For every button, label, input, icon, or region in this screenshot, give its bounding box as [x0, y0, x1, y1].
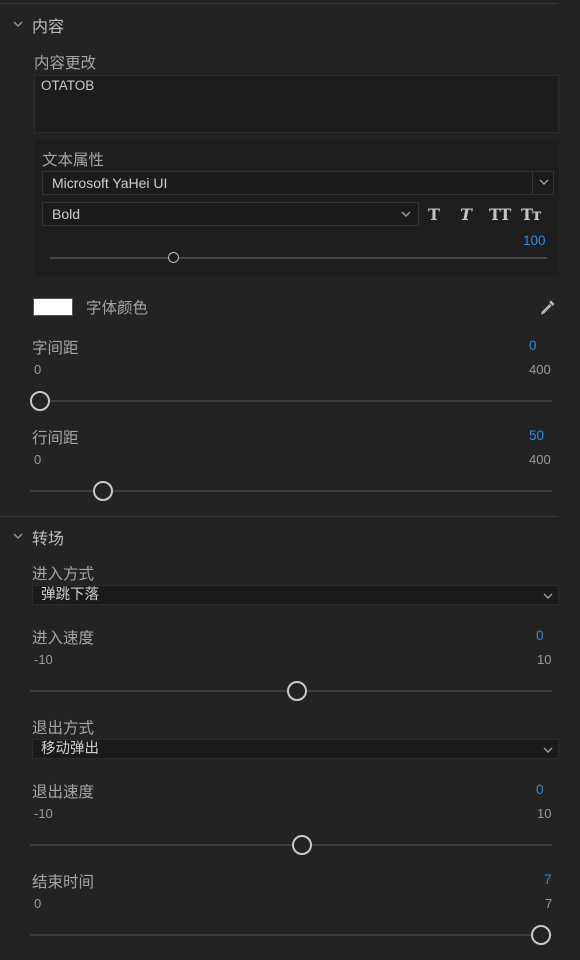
enter-mode-value: 弹跳下落: [41, 587, 99, 603]
exit-speed-max: 10: [537, 806, 552, 821]
letter-spacing-label: 字间距: [32, 339, 79, 357]
content-change-label: 内容更改: [34, 54, 97, 72]
all-caps-button[interactable]: TT: [489, 205, 511, 224]
font-size-slider-thumb[interactable]: [168, 252, 179, 263]
exit-mode-label: 退出方式: [32, 719, 95, 737]
end-time-slider-track[interactable]: [30, 934, 552, 936]
letter-spacing-slider-thumb[interactable]: [30, 391, 50, 411]
exit-mode-value: 移动弹出: [41, 741, 99, 757]
font-size-slider-track[interactable]: [50, 257, 547, 259]
font-color-swatch[interactable]: [33, 298, 73, 316]
top-divider: [0, 3, 558, 4]
chevron-down-icon[interactable]: [12, 18, 24, 30]
end-time-slider-thumb[interactable]: [531, 925, 551, 945]
end-time-max: 7: [545, 896, 553, 911]
end-time-min: 0: [34, 896, 42, 911]
chevron-down-icon: [543, 747, 553, 753]
chevron-down-icon: [539, 179, 549, 185]
line-spacing-slider-thumb[interactable]: [93, 481, 113, 501]
letter-spacing-min: 0: [34, 362, 42, 377]
section-title: 转场: [32, 529, 65, 548]
chevron-down-icon[interactable]: [12, 530, 24, 542]
exit-speed-value[interactable]: 0: [536, 782, 544, 797]
letter-spacing-max: 400: [529, 362, 551, 377]
font-size-value[interactable]: 100: [523, 233, 546, 248]
exit-speed-slider-thumb[interactable]: [292, 835, 312, 855]
font-style-value: Bold: [52, 206, 81, 222]
font-family-dropdown-button[interactable]: [532, 171, 554, 195]
enter-speed-min: -10: [34, 652, 53, 667]
line-spacing-label: 行间距: [32, 429, 79, 447]
enter-speed-label: 进入速度: [32, 629, 95, 647]
bold-button[interactable]: T: [428, 205, 440, 224]
font-family-select[interactable]: Microsoft YaHei UI: [42, 171, 554, 195]
font-style-select[interactable]: Bold: [42, 202, 419, 226]
small-caps-button[interactable]: Tт: [521, 205, 542, 224]
font-family-value: Microsoft YaHei UI: [52, 175, 168, 191]
letter-spacing-slider-track[interactable]: [30, 400, 552, 402]
line-spacing-value[interactable]: 50: [529, 428, 544, 443]
font-color-label: 字体颜色: [86, 299, 149, 317]
enter-speed-slider-thumb[interactable]: [287, 681, 307, 701]
line-spacing-max: 400: [529, 452, 551, 467]
exit-speed-min: -10: [34, 806, 53, 821]
transition-section-header[interactable]: 转场: [10, 524, 550, 548]
section-title: 内容: [32, 17, 65, 36]
enter-speed-value[interactable]: 0: [536, 628, 544, 643]
exit-speed-label: 退出速度: [32, 783, 95, 801]
chevron-down-icon: [543, 593, 553, 599]
content-text-input[interactable]: OTATOB: [34, 75, 559, 133]
enter-mode-select[interactable]: 弹跳下落: [32, 585, 559, 605]
content-section-header[interactable]: 内容: [10, 12, 550, 36]
eyedropper-icon[interactable]: [539, 298, 557, 316]
enter-mode-label: 进入方式: [32, 565, 95, 583]
italic-button[interactable]: T: [460, 205, 472, 224]
enter-speed-max: 10: [537, 652, 552, 667]
exit-speed-slider-track[interactable]: [30, 844, 552, 846]
line-spacing-min: 0: [34, 452, 42, 467]
text-properties-label: 文本属性: [42, 151, 105, 169]
exit-mode-select[interactable]: 移动弹出: [32, 739, 559, 759]
end-time-value[interactable]: 7: [544, 872, 552, 887]
letter-spacing-value[interactable]: 0: [529, 338, 537, 353]
end-time-label: 结束时间: [32, 873, 95, 891]
chevron-down-icon: [401, 211, 411, 217]
section-divider: [0, 516, 558, 517]
